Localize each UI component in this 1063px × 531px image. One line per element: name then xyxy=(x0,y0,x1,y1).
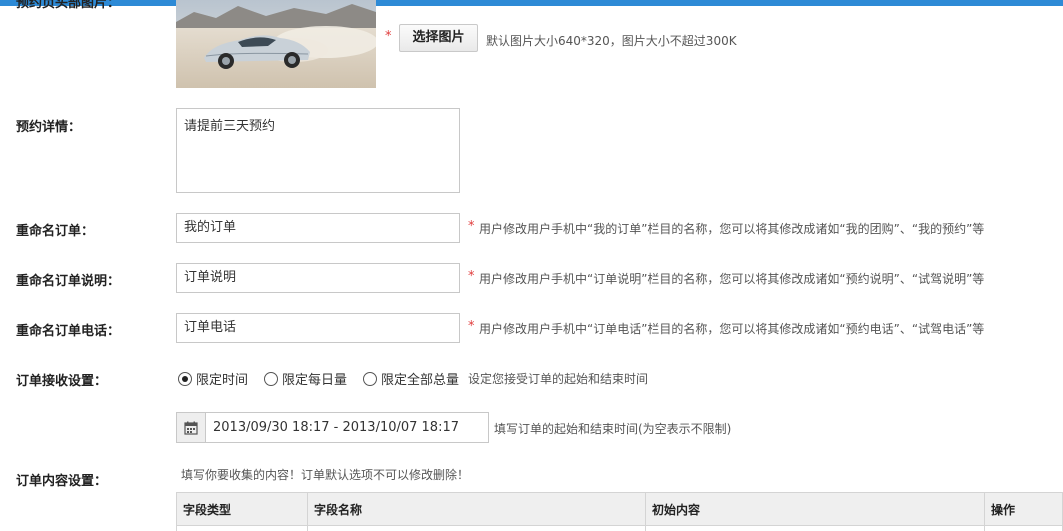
table-cell xyxy=(307,525,646,531)
radio-label: 限定全部总量 xyxy=(381,373,460,388)
table-row xyxy=(176,525,1063,531)
order-content-label: 订单内容设置： xyxy=(16,474,108,489)
order-content-hint: 填写你要收集的内容！订单默认选项不可以修改删除！ xyxy=(181,468,470,482)
order-receive-hint: 设定您接受订单的起始和结束时间 xyxy=(468,372,649,386)
column-header-initial-content: 初始内容 xyxy=(645,492,985,526)
radio-button-icon[interactable] xyxy=(363,371,378,386)
radio-limit-time[interactable]: 限定时间 xyxy=(178,369,248,388)
required-mark: * xyxy=(468,269,475,284)
calendar-icon[interactable] xyxy=(177,413,206,442)
date-range-hint: 填写订单的起始和结束时间(为空表示不限制) xyxy=(494,422,732,436)
details-label: 预约详情： xyxy=(16,120,82,135)
required-mark: * xyxy=(468,219,475,234)
radio-button-icon[interactable] xyxy=(178,371,192,386)
rename-order-phone-hint: 用户修改用户手机中“订单电话”栏目的名称，您可以将其修改成诸如“预约电话”、“试… xyxy=(479,322,985,336)
rename-order-desc-hint: 用户修改用户手机中“订单说明”栏目的名称，您可以将其修改成诸如“预约说明”、“试… xyxy=(479,272,985,286)
rename-order-hint: 用户修改用户手机中“我的订单”栏目的名称，您可以将其修改成诸如“我的团购”、“我… xyxy=(479,222,985,236)
required-mark: * xyxy=(468,319,475,334)
required-mark: * xyxy=(385,29,392,44)
column-header-field-name: 字段名称 xyxy=(307,492,646,526)
table-cell xyxy=(984,525,1063,531)
select-image-button[interactable]: 选择图片 xyxy=(399,24,478,52)
radio-limit-daily[interactable]: 限定每日量 xyxy=(264,369,347,388)
rename-order-phone-input[interactable]: 订单电话 xyxy=(176,313,460,343)
order-receive-radio-group: 限定时间 限定每日量 限定全部总量 设定您接受订单的起始和结束时间 xyxy=(178,369,648,388)
rename-order-label: 重命名订单： xyxy=(16,224,95,239)
order-receive-label: 订单接收设置： xyxy=(16,374,108,389)
table-cell xyxy=(176,525,308,531)
date-range-picker[interactable]: 2013/09/30 18:17 - 2013/10/07 18:17 xyxy=(176,412,489,443)
table-cell xyxy=(645,525,985,531)
header-image-thumbnail xyxy=(176,0,376,88)
radio-label: 限定时间 xyxy=(196,373,249,388)
rename-order-desc-input[interactable]: 订单说明 xyxy=(176,263,460,293)
top-accent-bar xyxy=(0,0,1063,6)
car-photo-icon xyxy=(176,0,376,88)
column-header-field-type: 字段类型 xyxy=(176,492,308,526)
order-fields-table: 字段类型 字段名称 初始内容 操作 xyxy=(176,492,1063,531)
rename-order-desc-label: 重命名订单说明： xyxy=(16,274,121,289)
radio-label: 限定每日量 xyxy=(282,373,348,388)
details-textarea[interactable]: 请提前三天预约 xyxy=(176,108,460,193)
column-header-actions: 操作 xyxy=(984,492,1063,526)
rename-order-input[interactable]: 我的订单 xyxy=(176,213,460,243)
radio-button-icon[interactable] xyxy=(264,371,279,386)
image-size-hint: 默认图片大小640*320，图片大小不超过300K xyxy=(486,34,737,48)
rename-order-phone-label: 重命名订单电话： xyxy=(16,324,121,339)
date-range-value[interactable]: 2013/09/30 18:17 - 2013/10/07 18:17 xyxy=(206,413,459,442)
radio-limit-total[interactable]: 限定全部总量 xyxy=(363,369,459,388)
image-section-label: 预约页头部图片： xyxy=(16,0,121,11)
